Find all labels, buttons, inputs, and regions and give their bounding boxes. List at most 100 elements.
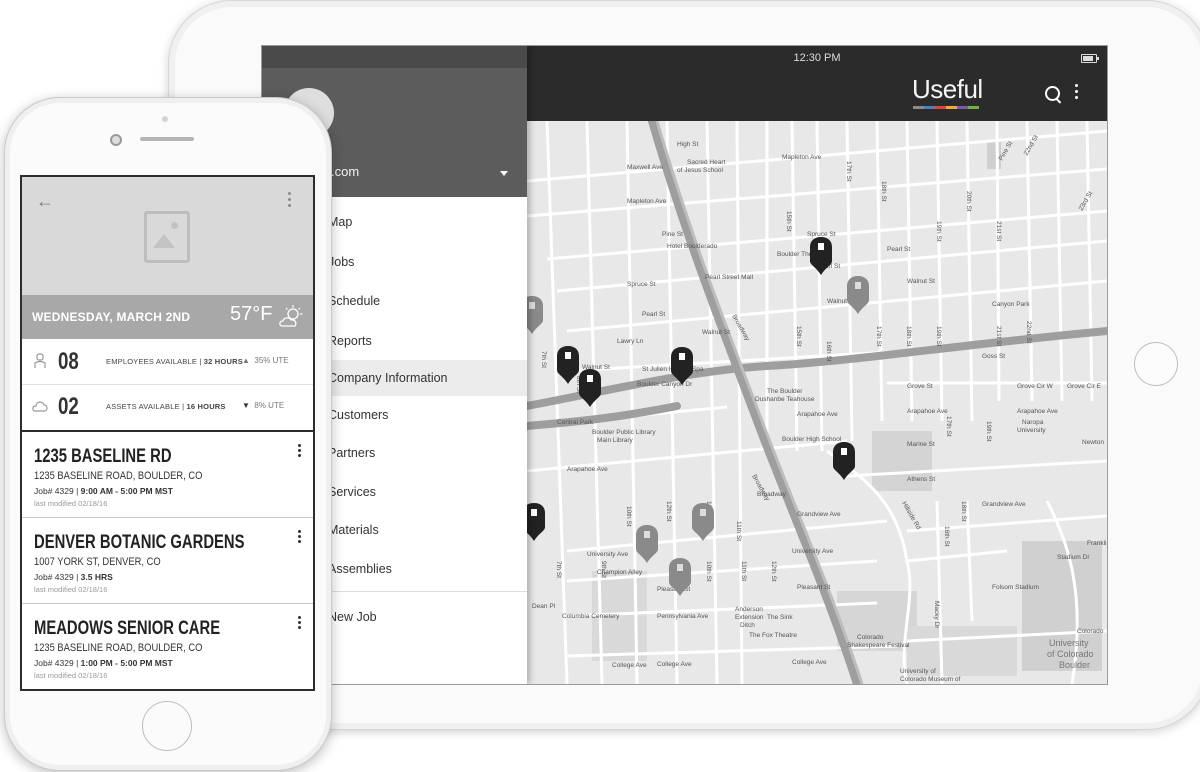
job-meta: Job# 4329 | 3.5 HRS xyxy=(34,572,113,582)
svg-text:9th St: 9th St xyxy=(600,561,607,578)
assets-stat-row[interactable]: 02 ASSETS AVAILABLE | 16 HOURS ▼ 8% UTE xyxy=(22,384,313,429)
svg-text:Columbia Cemetery: Columbia Cemetery xyxy=(562,613,620,620)
job-address: 1235 BASELINE ROAD, BOULDER, CO xyxy=(34,642,203,654)
svg-text:Pine St: Pine St xyxy=(662,231,683,238)
svg-text:Pennsylvania Ave: Pennsylvania Ave xyxy=(657,613,709,620)
svg-text:21st St: 21st St xyxy=(995,221,1002,241)
svg-text:15th St: 15th St xyxy=(795,326,802,347)
svg-text:High St: High St xyxy=(677,141,699,148)
svg-text:Mapleton Ave: Mapleton Ave xyxy=(627,198,667,205)
more-vert-icon[interactable] xyxy=(288,192,292,210)
logo-color-segment xyxy=(946,106,957,109)
job-card[interactable]: DENVER BOTANIC GARDENS 1007 YORK ST, DEN… xyxy=(22,518,313,604)
map-pin-dark[interactable] xyxy=(833,442,855,480)
svg-text:University Ave: University Ave xyxy=(587,551,628,558)
svg-text:Colorado: Colorado xyxy=(857,634,884,641)
svg-text:7th St: 7th St xyxy=(540,351,547,368)
search-icon[interactable] xyxy=(1045,86,1060,101)
svg-text:Folsom Stadium: Folsom Stadium xyxy=(992,584,1039,591)
drawer-item-materials[interactable]: Materials xyxy=(328,523,379,537)
svg-text:The Sink: The Sink xyxy=(767,614,793,621)
svg-text:Sacred Heart: Sacred Heart xyxy=(687,159,725,166)
svg-text:12th St: 12th St xyxy=(665,501,672,522)
svg-text:College Ave: College Ave xyxy=(792,659,827,666)
svg-text:16th St: 16th St xyxy=(825,341,832,362)
image-placeholder-icon xyxy=(144,211,190,263)
job-title: MEADOWS SENIOR CARE xyxy=(34,618,221,639)
more-vert-icon[interactable] xyxy=(1075,84,1079,102)
phone-camera xyxy=(110,134,122,146)
svg-text:17th St: 17th St xyxy=(845,161,852,182)
svg-text:University Ave: University Ave xyxy=(792,548,833,555)
svg-text:Canyon Park: Canyon Park xyxy=(992,301,1030,308)
map-pin-light[interactable] xyxy=(636,525,658,563)
drawer-item-services[interactable]: Services xyxy=(328,485,376,499)
job-card[interactable]: 1235 BASELINE RD 1235 BASELINE ROAD, BOU… xyxy=(22,432,313,518)
map-canvas[interactable]: High St Mapleton Ave Maxwell Ave Sacred … xyxy=(527,121,1107,684)
trend-down-icon: ▼ xyxy=(242,401,250,410)
phone-sensor xyxy=(162,116,168,122)
map-view[interactable]: High St Mapleton Ave Maxwell Ave Sacred … xyxy=(521,121,1107,684)
svg-text:Arapahoe Ave: Arapahoe Ave xyxy=(907,408,948,415)
job-card[interactable]: MEADOWS SENIOR CARE 1235 BASELINE ROAD, … xyxy=(22,604,313,689)
svg-text:Pearl St: Pearl St xyxy=(887,246,910,253)
drawer-item-customers[interactable]: Customers xyxy=(328,408,388,422)
partly-cloudy-icon xyxy=(279,305,303,327)
hero-image: ← xyxy=(22,177,313,295)
more-vert-icon[interactable] xyxy=(298,444,302,459)
drawer-item-schedule[interactable]: Schedule xyxy=(328,294,380,308)
map-pin-dark[interactable] xyxy=(671,347,693,385)
map-pin-light[interactable] xyxy=(692,503,714,541)
more-vert-icon[interactable] xyxy=(298,616,302,631)
svg-text:The Boulder: The Boulder xyxy=(767,388,803,395)
svg-text:of Colorado: of Colorado xyxy=(1047,649,1094,659)
battery-icon xyxy=(1081,54,1099,63)
svg-text:19th St: 19th St xyxy=(935,326,942,347)
svg-text:Athens St: Athens St xyxy=(907,476,935,483)
cloud-icon xyxy=(32,401,48,412)
svg-text:18th St: 18th St xyxy=(905,326,912,347)
svg-text:Dushanbe Teahouse: Dushanbe Teahouse xyxy=(755,396,815,403)
svg-text:10th St: 10th St xyxy=(705,561,712,582)
svg-text:Anderson: Anderson xyxy=(735,606,763,613)
chevron-down-icon[interactable] xyxy=(500,171,508,176)
app-bar: Useful xyxy=(527,70,1107,121)
drawer-item-partners[interactable]: Partners xyxy=(328,446,375,460)
phone-screen: ← WEDNESDAY, MARCH 2ND 57°F 08 EMPLOYEES… xyxy=(20,175,315,691)
drawer-item-reports[interactable]: Reports xyxy=(328,334,372,348)
map-pin-dark[interactable] xyxy=(810,237,832,275)
logo-color-segment xyxy=(968,106,979,109)
svg-text:Main Library: Main Library xyxy=(597,437,634,444)
svg-text:Extension: Extension xyxy=(735,614,764,621)
job-modified: last modified 02/18/16 xyxy=(34,499,108,508)
tablet-home-button[interactable] xyxy=(1134,342,1178,386)
phone-home-button[interactable] xyxy=(142,701,192,751)
svg-text:University: University xyxy=(1049,638,1089,648)
job-meta: Job# 4329 | 1:00 PM - 5:00 PM MST xyxy=(34,658,173,668)
svg-text:University of: University of xyxy=(900,668,936,675)
map-pin-light[interactable] xyxy=(847,276,869,314)
tablet-screen: High St Mapleton Ave Maxwell Ave Sacred … xyxy=(261,45,1108,685)
back-arrow-icon[interactable]: ← xyxy=(36,191,54,212)
svg-text:Walnut St: Walnut St xyxy=(907,278,935,285)
status-time: 12:30 PM xyxy=(793,52,841,64)
drawer-item-new-job[interactable]: New Job xyxy=(328,610,377,624)
svg-text:The Fox Theatre: The Fox Theatre xyxy=(749,632,797,639)
map-pin-light[interactable] xyxy=(669,558,691,596)
svg-text:Walnut St: Walnut St xyxy=(702,329,730,336)
svg-text:20th St: 20th St xyxy=(965,191,972,212)
assets-label: ASSETS AVAILABLE | 16 HOURS xyxy=(106,402,226,411)
map-pin-dark[interactable] xyxy=(579,369,601,407)
drawer-item-assemblies[interactable]: Assemblies xyxy=(328,562,392,576)
svg-text:22nd St: 22nd St xyxy=(1025,321,1032,344)
svg-text:15th St: 15th St xyxy=(785,211,792,232)
svg-text:Goss St: Goss St xyxy=(982,353,1005,360)
svg-text:19th St: 19th St xyxy=(935,221,942,242)
svg-text:16th St: 16th St xyxy=(943,526,950,547)
employees-stat-row[interactable]: 08 EMPLOYEES AVAILABLE | 32 HOURS ▲ 35% … xyxy=(22,339,313,385)
svg-text:Arapahoe Ave: Arapahoe Ave xyxy=(797,411,838,418)
more-vert-icon[interactable] xyxy=(298,530,302,545)
svg-text:18th St: 18th St xyxy=(880,181,887,202)
svg-text:Dean Pl: Dean Pl xyxy=(532,603,556,610)
map-pin-dark[interactable] xyxy=(557,346,579,384)
